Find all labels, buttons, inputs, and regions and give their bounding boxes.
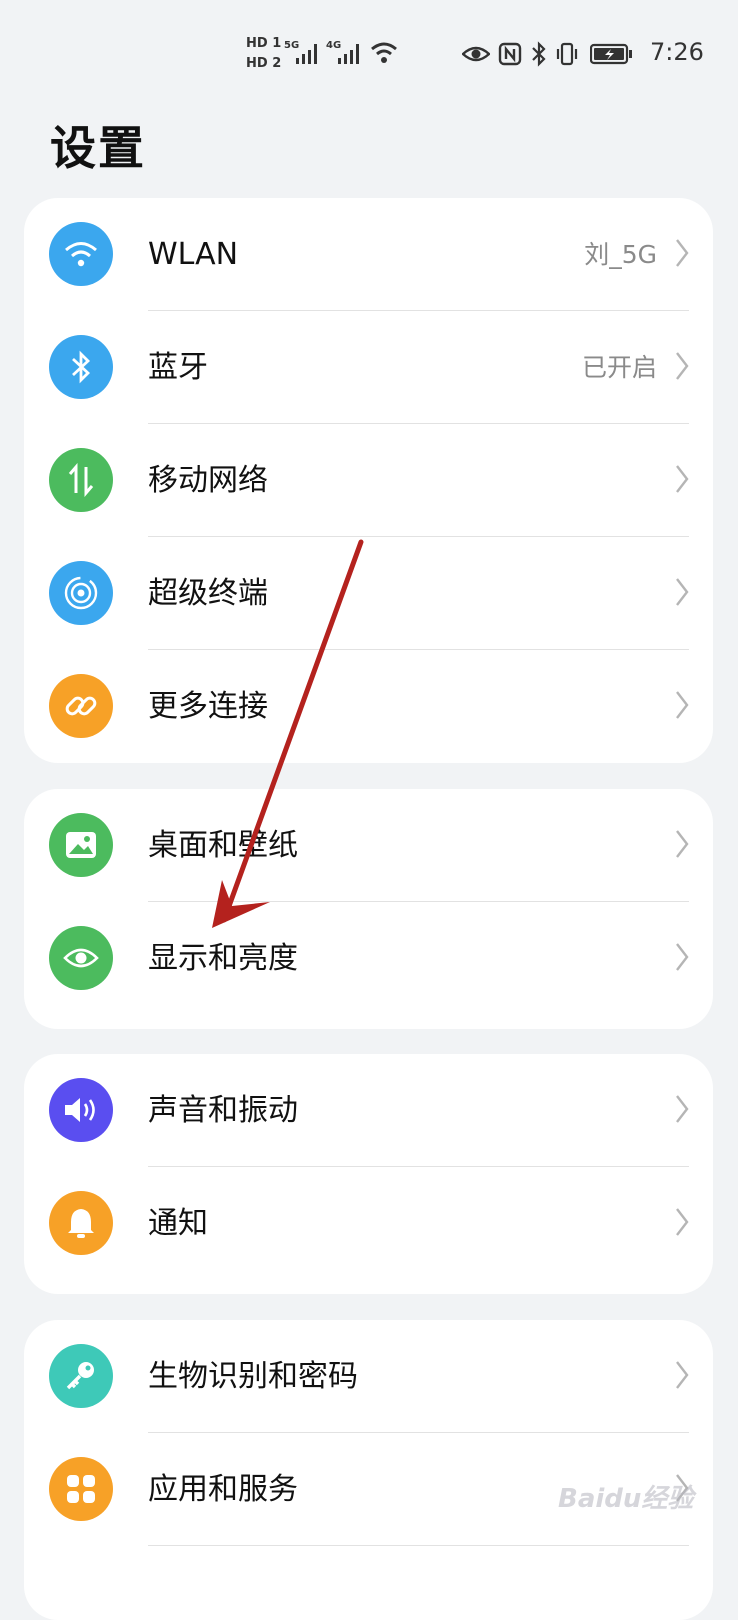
- key-icon: [49, 1344, 113, 1408]
- setting-label: 声音和振动: [148, 1093, 298, 1128]
- chevron-right-icon: [676, 1095, 689, 1123]
- setting-biometrics-password[interactable]: 生物识别和密码: [24, 1320, 713, 1433]
- eye-comfort-icon: [462, 46, 490, 62]
- setting-mobile-network[interactable]: 移动网络: [24, 424, 713, 537]
- bell-icon: [49, 1191, 113, 1255]
- chevron-right-icon: [676, 830, 689, 858]
- setting-label: 超级终端: [148, 576, 268, 611]
- signal-4g-icon: 4G: [326, 40, 359, 64]
- setting-value: 刘_5G: [584, 240, 657, 269]
- battery-charging-icon: [590, 43, 632, 65]
- setting-super-device[interactable]: 超级终端: [24, 537, 713, 650]
- setting-label: 蓝牙: [148, 350, 208, 385]
- status-bar: HD 1 HD 2 5G 4G 7:26: [0, 0, 738, 100]
- setting-label: 应用和服务: [148, 1472, 298, 1507]
- apps-icon: [49, 1457, 113, 1521]
- setting-more-connections[interactable]: 更多连接: [24, 650, 713, 763]
- setting-bluetooth[interactable]: 蓝牙 已开启: [24, 311, 713, 424]
- setting-home-wallpaper[interactable]: 桌面和壁纸: [24, 789, 713, 902]
- setting-label: 更多连接: [148, 689, 268, 724]
- settings-group-connectivity: WLAN 刘_5G 蓝牙 已开启 移动网络 超级终端 更多连接: [24, 198, 713, 763]
- hd2-label: HD 2: [246, 56, 282, 71]
- super-device-icon: [49, 561, 113, 625]
- wallpaper-icon: [49, 813, 113, 877]
- bluetooth-status-icon: [532, 41, 546, 67]
- eye-icon: [49, 926, 113, 990]
- chevron-right-icon: [676, 239, 689, 267]
- sig1-text: 5G: [284, 40, 299, 51]
- speaker-icon: [49, 1078, 113, 1142]
- setting-sound-vibration[interactable]: 声音和振动: [24, 1054, 713, 1167]
- setting-label: WLAN: [148, 237, 239, 272]
- wifi-icon: [49, 222, 113, 286]
- link-icon: [49, 674, 113, 738]
- divider: [148, 1545, 689, 1546]
- chevron-right-icon: [676, 1208, 689, 1236]
- settings-group-security: 生物识别和密码 应用和服务: [24, 1320, 713, 1620]
- chevron-right-icon: [676, 1361, 689, 1389]
- vibrate-icon: [556, 42, 578, 66]
- setting-display-brightness[interactable]: 显示和亮度: [24, 902, 713, 1015]
- signal-5g-icon: 5G: [284, 40, 317, 64]
- bluetooth-icon: [49, 335, 113, 399]
- setting-label: 移动网络: [148, 463, 268, 498]
- watermark-text: Baidu经验: [558, 1484, 694, 1514]
- wifi-status-icon: [371, 42, 397, 63]
- setting-notifications[interactable]: 通知: [24, 1167, 713, 1280]
- chevron-right-icon: [676, 943, 689, 971]
- settings-group-display: 桌面和壁纸 显示和亮度: [24, 789, 713, 1029]
- status-right-icons: [462, 36, 634, 72]
- page-title: 设置: [50, 121, 146, 175]
- setting-label: 桌面和壁纸: [148, 828, 298, 863]
- clock: 7:26: [650, 38, 704, 66]
- mobile-data-icon: [49, 448, 113, 512]
- setting-label: 显示和亮度: [148, 941, 298, 976]
- setting-value: 已开启: [581, 353, 657, 382]
- sig2-text: 4G: [326, 40, 341, 51]
- nfc-icon: [498, 42, 522, 66]
- hd-call-indicator: HD 1 HD 2: [246, 34, 281, 74]
- chevron-right-icon: [676, 578, 689, 606]
- setting-label: 通知: [148, 1206, 208, 1241]
- setting-wlan[interactable]: WLAN 刘_5G: [24, 198, 713, 311]
- settings-group-sound: 声音和振动 通知: [24, 1054, 713, 1294]
- setting-label: 生物识别和密码: [148, 1359, 358, 1394]
- chevron-right-icon: [676, 352, 689, 380]
- chevron-right-icon: [676, 465, 689, 493]
- hd1-label: HD 1: [246, 36, 282, 51]
- chevron-right-icon: [676, 691, 689, 719]
